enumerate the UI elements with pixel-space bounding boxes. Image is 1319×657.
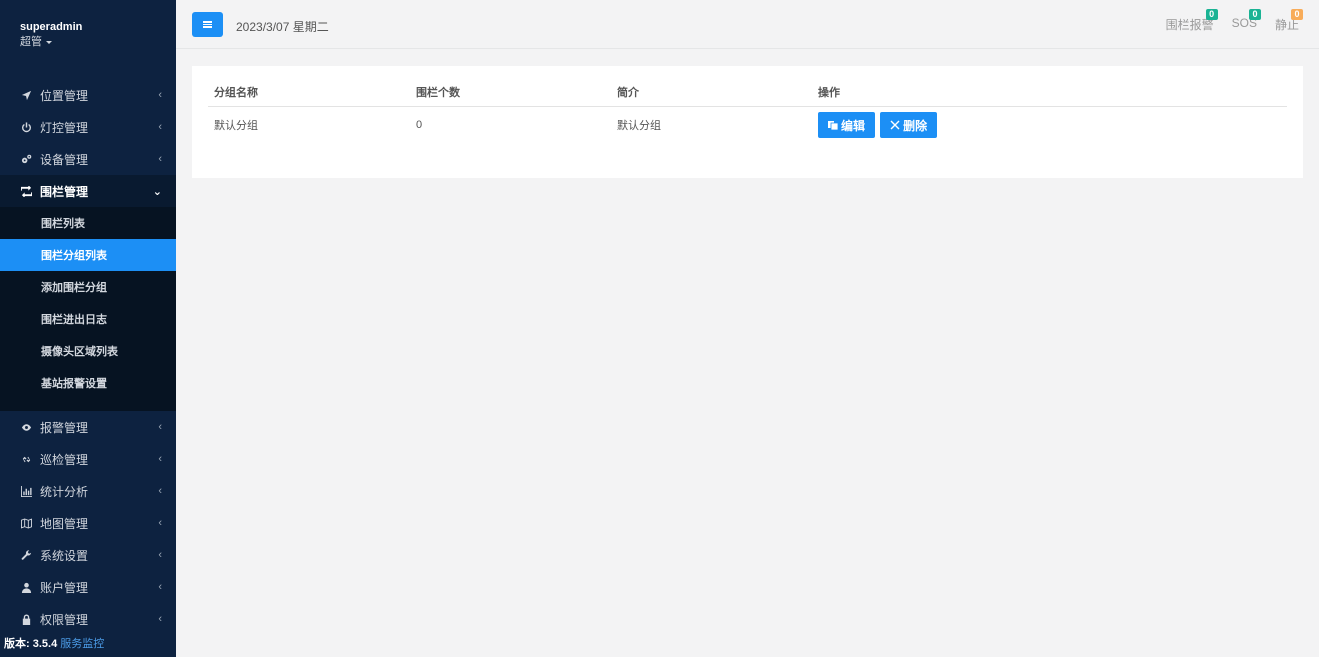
user-role-dropdown[interactable]: 超管 xyxy=(20,35,82,49)
table-header-row: 分组名称 围栏个数 简介 操作 xyxy=(208,79,1287,107)
version-label: 版本: 3.5.4 xyxy=(4,638,58,650)
fence-alarm-badge: 0 xyxy=(1205,9,1218,20)
retweet-icon xyxy=(20,185,32,197)
cell-description: 默认分组 xyxy=(617,120,661,133)
chevron-left-icon: ‹ xyxy=(158,153,162,165)
sidebar-item-label: 地图管理 xyxy=(40,516,89,531)
edit-button-label: 编辑 xyxy=(841,118,866,133)
sidebar-item-label: 巡检管理 xyxy=(40,452,89,467)
sidebar-item-label: 灯控管理 xyxy=(40,120,89,135)
eye-icon xyxy=(20,421,32,433)
user-profile[interactable]: superadmin 超管 xyxy=(20,20,82,49)
sidebar-menu: 位置管理 ‹ 灯控管理 ‹ 设备管理 ‹ 围栏管理 ⌄ 围栏列表 围栏分组列表 … xyxy=(0,79,176,635)
submenu-item-fence-log[interactable]: 围栏进出日志 xyxy=(0,303,176,335)
stationary-badge: 0 xyxy=(1291,9,1303,20)
chevron-left-icon: ‹ xyxy=(158,485,162,497)
submenu-item-camera-area-list[interactable]: 摄像头区域列表 xyxy=(0,335,176,367)
chevron-down-icon: ⌄ xyxy=(152,185,162,198)
column-header-fence-count: 围栏个数 xyxy=(410,79,611,107)
sos-link[interactable]: SOS 0 xyxy=(1232,9,1261,33)
submenu-item-station-alarm-settings[interactable]: 基站报警设置 xyxy=(0,367,176,399)
stationary-label: 静止 xyxy=(1274,18,1299,32)
sidebar-item-accounts[interactable]: 账户管理 ‹ xyxy=(0,571,176,603)
sidebar-item-light-control[interactable]: 灯控管理 ‹ xyxy=(0,111,176,143)
user-icon xyxy=(20,581,32,593)
column-header-actions: 操作 xyxy=(812,79,1287,107)
caret-down-icon xyxy=(46,40,52,44)
chevron-left-icon: ‹ xyxy=(158,421,162,433)
column-header-description: 简介 xyxy=(611,79,812,107)
sidebar-item-permissions[interactable]: 权限管理 ‹ xyxy=(0,603,176,635)
fence-group-table: 分组名称 围栏个数 简介 操作 默认分组 0 默认分组 编辑 删除 xyxy=(208,79,1287,144)
fence-alarm-link[interactable]: 围栏报警 0 xyxy=(1165,9,1218,33)
sidebar-item-label: 围栏管理 xyxy=(40,184,89,199)
sidebar-item-statistics[interactable]: 统计分析 ‹ xyxy=(0,475,176,507)
sidebar-item-devices[interactable]: 设备管理 ‹ xyxy=(0,143,176,175)
sidebar-item-label: 设备管理 xyxy=(40,152,89,167)
cell-actions: 编辑 删除 xyxy=(812,106,1287,144)
sidebar-item-label: 报警管理 xyxy=(40,420,89,435)
sidebar: superadmin 超管 位置管理 ‹ 灯控管理 ‹ 设备管理 ‹ 围栏管理 … xyxy=(0,0,176,657)
version-footer: 版本: 3.5.4 服务监控 xyxy=(4,635,104,651)
delete-button-label: 删除 xyxy=(903,118,928,133)
sidebar-item-map[interactable]: 地图管理 ‹ xyxy=(0,507,176,539)
sidebar-item-label: 统计分析 xyxy=(40,484,89,499)
sos-badge: 0 xyxy=(1248,9,1261,20)
sidebar-item-label: 账户管理 xyxy=(40,580,89,595)
cogs-icon xyxy=(20,153,32,165)
cell-fence-count: 0 xyxy=(416,119,423,132)
menu-icon xyxy=(203,21,212,28)
bar-chart-icon xyxy=(20,485,32,497)
power-icon xyxy=(20,121,32,133)
edit-button[interactable]: 编辑 xyxy=(818,112,876,139)
cell-group-name: 默认分组 xyxy=(214,120,258,133)
submenu-item-fence-group-list[interactable]: 围栏分组列表 xyxy=(0,239,176,271)
wrench-icon xyxy=(20,549,32,561)
sidebar-item-label: 位置管理 xyxy=(40,88,89,103)
user-role: 超管 xyxy=(20,36,42,48)
chevron-left-icon: ‹ xyxy=(158,517,162,529)
submenu-item-add-fence-group[interactable]: 添加围栏分组 xyxy=(0,271,176,303)
submenu-item-fence-list[interactable]: 围栏列表 xyxy=(0,207,176,239)
sidebar-item-fence[interactable]: 围栏管理 ⌄ xyxy=(0,175,176,207)
sidebar-item-alarm[interactable]: 报警管理 ‹ xyxy=(0,411,176,443)
header-alerts: 围栏报警 0 SOS 0 静止 0 xyxy=(1165,9,1303,33)
delete-button[interactable]: 删除 xyxy=(880,112,938,139)
chevron-left-icon: ‹ xyxy=(158,121,162,133)
sidebar-item-label: 系统设置 xyxy=(40,548,89,563)
sidebar-item-patrol[interactable]: 巡检管理 ‹ xyxy=(0,443,176,475)
table-row: 默认分组 0 默认分组 编辑 删除 xyxy=(208,106,1287,144)
chevron-left-icon: ‹ xyxy=(158,89,162,101)
sidebar-item-system-settings[interactable]: 系统设置 ‹ xyxy=(0,539,176,571)
chain-icon xyxy=(20,453,32,465)
current-date: 2023/3/07 星期二 xyxy=(236,20,329,34)
chevron-left-icon: ‹ xyxy=(158,581,162,593)
chevron-left-icon: ‹ xyxy=(158,549,162,561)
chevron-left-icon: ‹ xyxy=(158,613,162,625)
sidebar-item-label: 权限管理 xyxy=(40,612,89,627)
fence-group-panel: 分组名称 围栏个数 简介 操作 默认分组 0 默认分组 编辑 删除 xyxy=(192,66,1303,178)
sidebar-item-location[interactable]: 位置管理 ‹ xyxy=(0,79,176,111)
service-monitor-link[interactable]: 服务监控 xyxy=(60,638,104,650)
close-icon xyxy=(890,120,900,130)
username: superadmin xyxy=(20,21,83,33)
lock-icon xyxy=(20,613,32,625)
chevron-left-icon: ‹ xyxy=(158,453,162,465)
fence-alarm-label: 围栏报警 xyxy=(1165,18,1214,32)
map-icon xyxy=(20,517,32,529)
sidebar-toggle-button[interactable] xyxy=(192,12,223,37)
column-header-group-name: 分组名称 xyxy=(208,79,410,107)
stationary-link[interactable]: 静止 0 xyxy=(1274,9,1303,33)
top-header: 2023/3/07 星期二 围栏报警 0 SOS 0 静止 0 xyxy=(176,0,1319,49)
copy-icon xyxy=(828,121,838,131)
location-arrow-icon xyxy=(20,89,32,101)
fence-submenu: 围栏列表 围栏分组列表 添加围栏分组 围栏进出日志 摄像头区域列表 基站报警设置 xyxy=(0,207,176,411)
